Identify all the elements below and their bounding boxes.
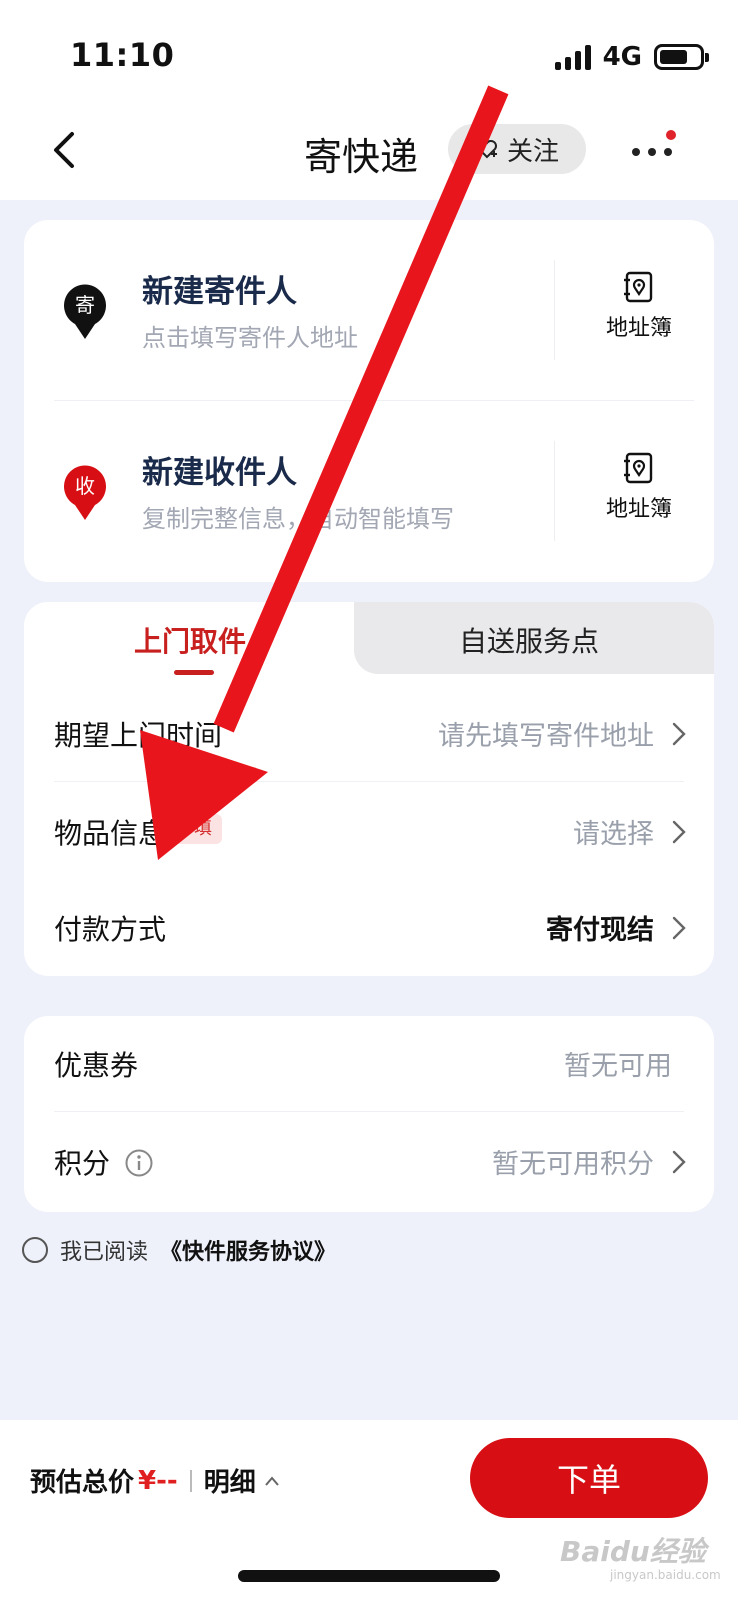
chevron-right-icon	[672, 916, 686, 940]
signal-icon	[554, 44, 591, 70]
service-tabs: 上门取件 自送服务点	[24, 602, 714, 675]
discount-card: 优惠券 暂无可用 积分 暂无可用积分	[24, 1016, 714, 1212]
watermark-url: jingyan.baidu.com	[610, 1568, 721, 1582]
back-icon[interactable]	[44, 128, 88, 172]
receiver-address-book-button[interactable]: 地址簿	[584, 451, 694, 523]
chevron-up-icon[interactable]	[264, 1475, 280, 1487]
sender-address-book-button[interactable]: 地址簿	[584, 270, 694, 342]
address-book-icon	[624, 271, 653, 303]
bottom-bar: 预估总价 ¥-- 明细 下单 Baidu经验 jingyan.baidu.com	[0, 1420, 738, 1600]
watermark-logo: Baidu经验	[560, 1535, 706, 1568]
status-time: 11:10	[70, 36, 175, 74]
agreement: 我已阅读 《快件服务协议》	[22, 1234, 336, 1266]
home-indicator[interactable]	[238, 1570, 500, 1582]
info-icon[interactable]	[124, 1148, 154, 1178]
page-title: 寄快递	[304, 135, 419, 179]
agreement-link[interactable]: 《快件服务协议》	[160, 1234, 336, 1266]
address-card: 寄 新建寄件人 点击填写寄件人地址 地址簿 收 新建收件人 复制完整信息，自动智…	[24, 220, 714, 582]
chevron-right-icon	[672, 722, 686, 746]
required-badge: 必填	[166, 814, 222, 844]
receiver-title: 新建收件人	[142, 455, 297, 491]
tab-self-dropoff[interactable]: 自送服务点	[354, 602, 714, 674]
sender-subtitle: 点击填写寄件人地址	[142, 324, 358, 352]
tab-indicator	[174, 670, 214, 675]
sender-row[interactable]: 寄 新建寄件人 点击填写寄件人地址 地址簿	[24, 220, 714, 400]
receiver-row[interactable]: 收 新建收件人 复制完整信息，自动智能填写 地址簿	[24, 401, 714, 581]
chevron-right-icon	[672, 1150, 686, 1174]
agree-checkbox[interactable]	[22, 1237, 48, 1263]
status-icons: 4G	[554, 42, 709, 72]
follow-label: 关注	[506, 136, 559, 167]
service-card: 上门取件 自送服务点 期望上门时间 请先填写寄件地址 物品信息 必填 请选择 付…	[24, 602, 714, 976]
estimated-price: ¥--	[138, 1465, 178, 1496]
payment-row[interactable]: 付款方式 寄付现结	[24, 880, 714, 976]
address-book-icon	[624, 452, 653, 484]
place-order-button[interactable]: 下单	[470, 1438, 708, 1518]
receiver-pin-icon: 收	[62, 463, 108, 521]
tab-pickup[interactable]: 上门取件	[24, 602, 354, 675]
plus-heart-icon	[476, 140, 497, 159]
price-summary: 预估总价 ¥-- 明细	[30, 1462, 280, 1499]
item-info-row[interactable]: 物品信息 必填 请选择	[24, 784, 714, 880]
nav-bar: 寄快递 关注	[0, 110, 738, 190]
detail-link[interactable]: 明细	[204, 1462, 256, 1499]
receiver-subtitle: 复制完整信息，自动智能填写	[142, 505, 454, 533]
chevron-right-icon	[672, 820, 686, 844]
follow-button[interactable]: 关注	[448, 124, 586, 174]
network-type: 4G	[602, 42, 642, 72]
sender-title: 新建寄件人	[142, 274, 297, 310]
battery-icon	[654, 44, 709, 70]
coupon-row[interactable]: 优惠券 暂无可用	[24, 1016, 714, 1112]
more-icon[interactable]	[628, 128, 678, 172]
sender-pin-icon: 寄	[62, 282, 108, 340]
pickup-time-row[interactable]: 期望上门时间 请先填写寄件地址	[24, 686, 714, 782]
notification-dot	[666, 130, 676, 140]
points-row[interactable]: 积分 暂无可用积分	[24, 1114, 714, 1210]
